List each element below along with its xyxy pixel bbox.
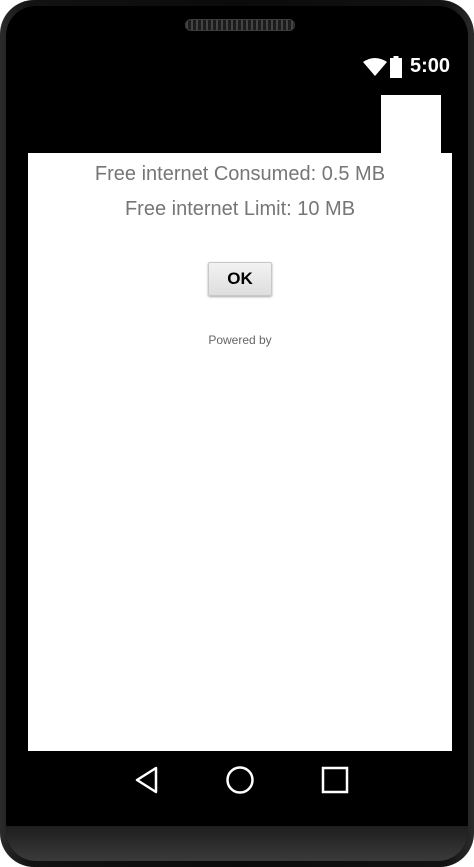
- battery-icon: [390, 56, 402, 78]
- powered-by-text: Powered by: [208, 333, 272, 347]
- status-bar: 5:00: [28, 52, 452, 82]
- back-icon[interactable]: [132, 765, 162, 795]
- status-clock: 5:00: [410, 55, 451, 77]
- ok-button[interactable]: OK: [208, 262, 272, 296]
- recent-apps-icon[interactable]: [320, 765, 350, 795]
- action-bar: [28, 82, 452, 153]
- speaker-grille: [185, 19, 295, 31]
- limit-text: Free internet Limit: 10 MB: [124, 198, 356, 220]
- wifi-icon: [363, 58, 387, 76]
- action-bar-white-box: [381, 95, 441, 153]
- home-icon[interactable]: [225, 765, 255, 795]
- consumed-text: Free internet Consumed: 0.5 MB: [94, 163, 386, 185]
- phone-bottom-chin: [6, 826, 468, 861]
- app-screen: Free internet Consumed: 0.5 MB Free inte…: [28, 153, 452, 751]
- navigation-bar: [28, 751, 452, 809]
